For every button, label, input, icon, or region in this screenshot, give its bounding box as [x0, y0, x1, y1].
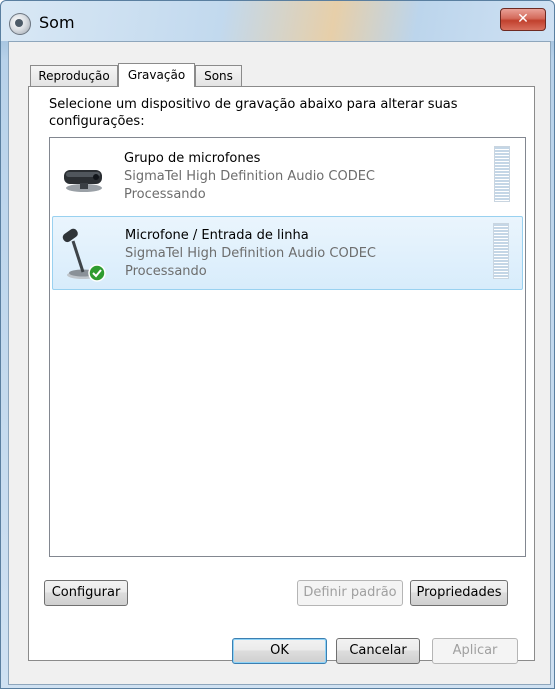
device-name: Grupo de microfones — [124, 151, 261, 166]
tab-gravacao[interactable]: Gravação — [118, 63, 195, 87]
speaker-icon — [9, 13, 31, 35]
close-button[interactable]: ✕ — [500, 8, 546, 31]
set-default-button[interactable]: Definir padrão — [297, 580, 403, 606]
ok-button[interactable]: OK — [232, 638, 327, 664]
device-item-microphone-line-in[interactable]: Microfone / Entrada de linha SigmaTel Hi… — [52, 216, 523, 290]
device-item-microphone-array[interactable]: Grupo de microfones SigmaTel High Defini… — [52, 140, 523, 214]
device-name: Microfone / Entrada de linha — [125, 228, 309, 243]
sound-dialog: Som ✕ Reprodução Gravação Sons Selecione… — [0, 0, 555, 689]
device-list[interactable]: Grupo de microfones SigmaTel High Defini… — [49, 137, 526, 557]
close-icon: ✕ — [517, 11, 529, 27]
tab-sons[interactable]: Sons — [195, 65, 242, 86]
device-driver: SigmaTel High Definition Audio CODEC — [124, 169, 376, 184]
device-status: Processando — [125, 264, 207, 279]
desk-microphone-icon — [59, 227, 109, 282]
dialog-client-area: Reprodução Gravação Sons Selecione um di… — [8, 41, 551, 685]
recording-tab-panel: Selecione um dispositivo de gravação aba… — [28, 86, 535, 661]
instructions-text: Selecione um dispositivo de gravação aba… — [49, 97, 458, 129]
window-title: Som — [39, 13, 75, 32]
microphone-array-icon — [58, 150, 108, 204]
level-meter — [494, 146, 510, 202]
properties-button[interactable]: Propriedades — [410, 580, 508, 606]
apply-button[interactable]: Aplicar — [432, 638, 518, 664]
level-meter — [493, 223, 509, 279]
device-driver: SigmaTel High Definition Audio CODEC — [125, 246, 377, 261]
configure-button[interactable]: Configurar — [44, 580, 128, 606]
device-status: Processando — [124, 187, 206, 202]
tab-reproducao[interactable]: Reprodução — [30, 65, 118, 86]
cancel-button[interactable]: Cancelar — [336, 638, 420, 664]
title-bar[interactable]: Som ✕ — [1, 1, 554, 41]
